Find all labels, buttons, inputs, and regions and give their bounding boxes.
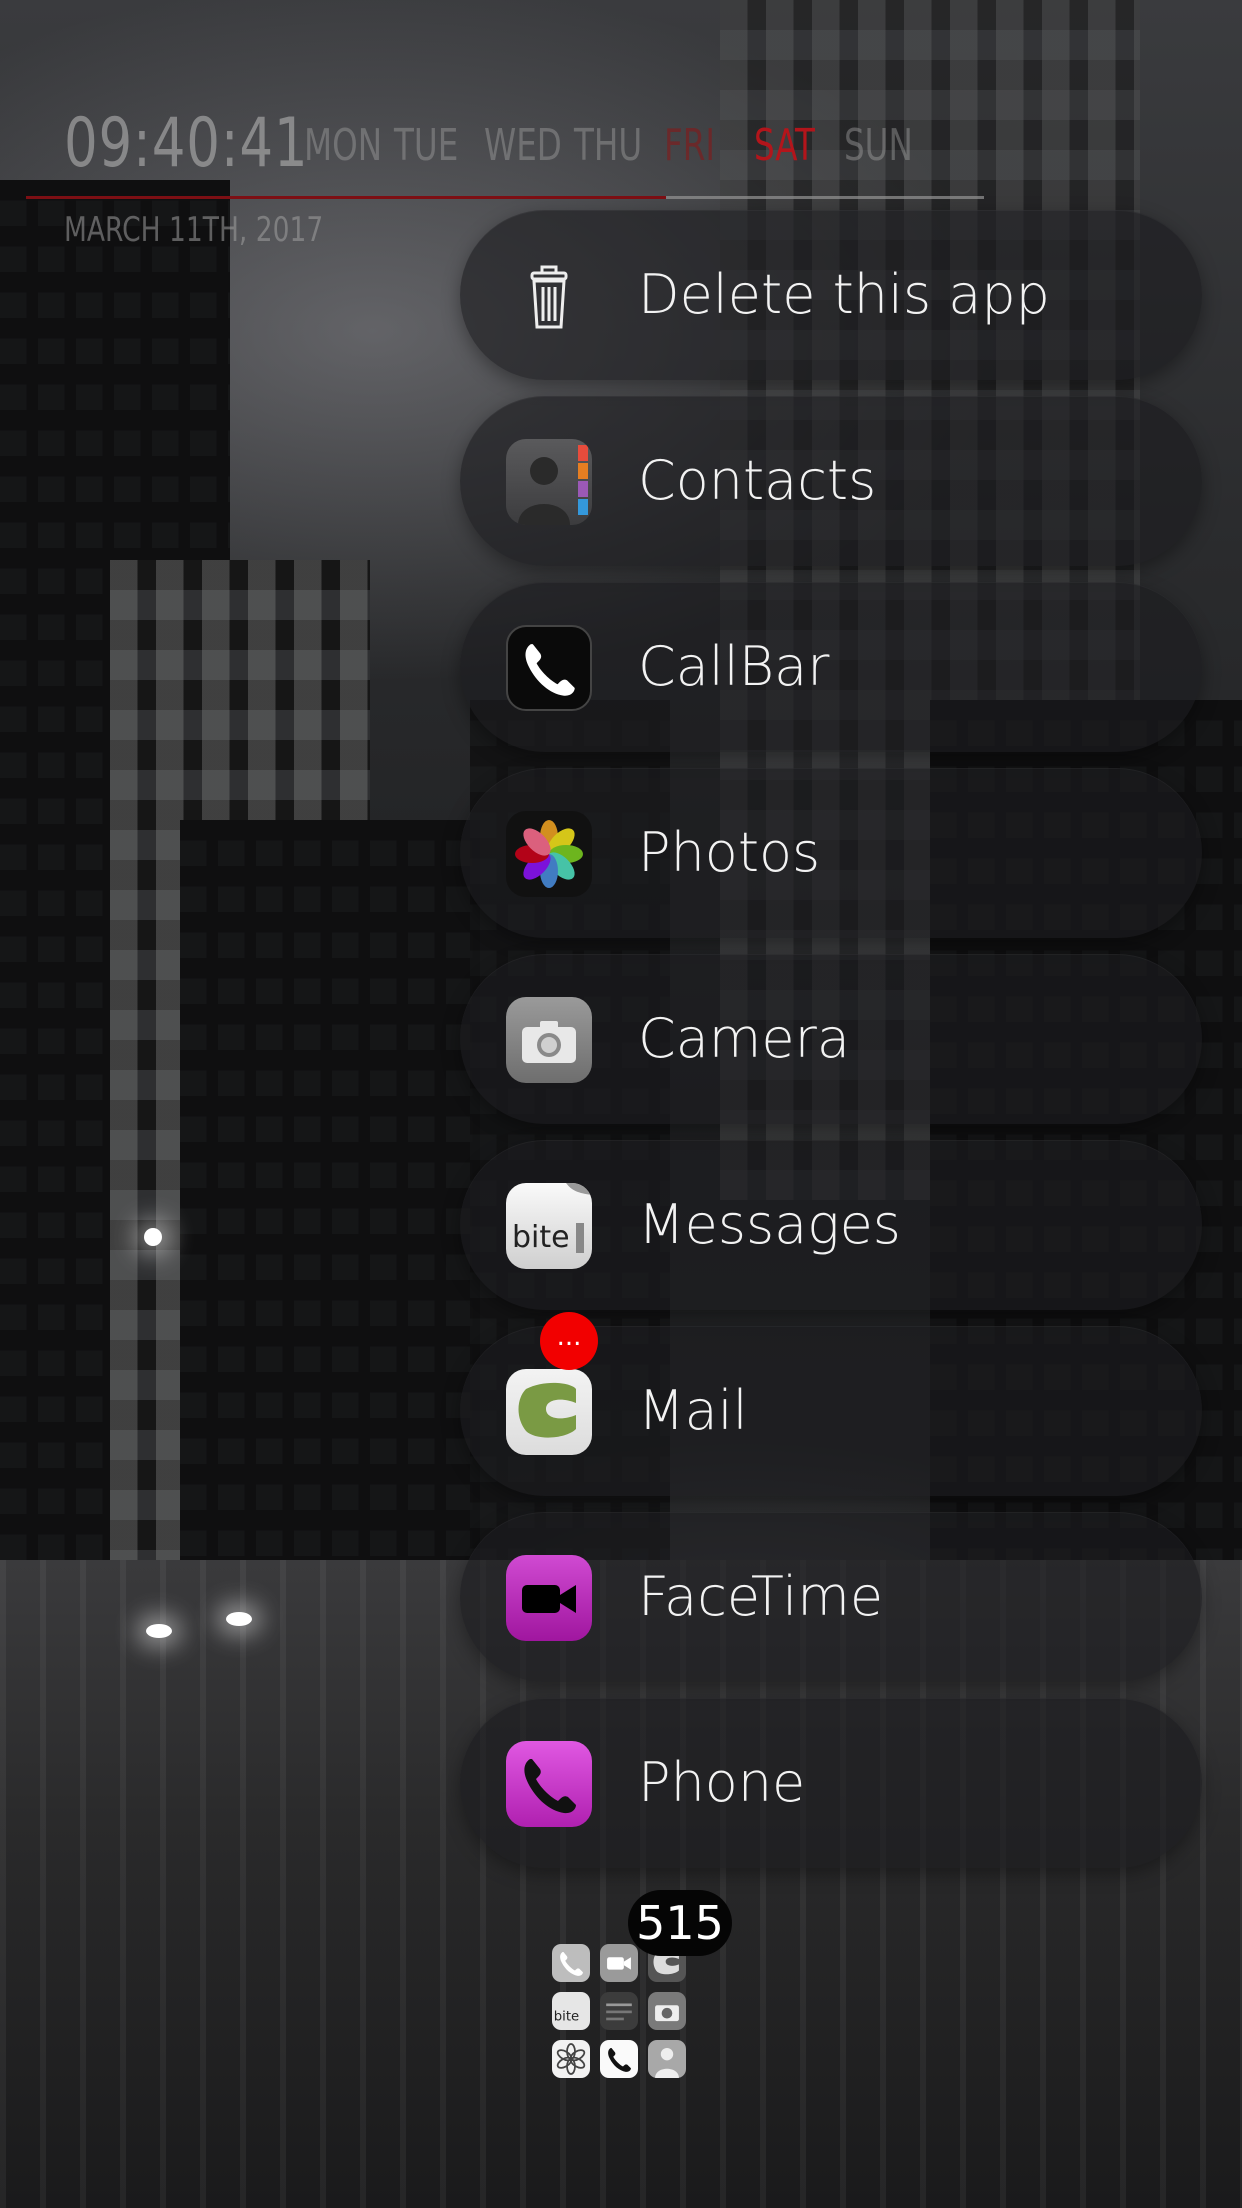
notification-badge: ... xyxy=(540,1312,598,1370)
menu-item-messages[interactable]: bite Messages xyxy=(460,1140,1202,1310)
menu-item-mail[interactable]: ... Mail xyxy=(460,1312,1202,1496)
mini-messages-text: bite xyxy=(554,2009,579,2024)
clock-time: 09:40:41 xyxy=(64,104,309,183)
callbar-icon xyxy=(506,625,592,711)
day-fri: FRI xyxy=(664,120,715,171)
menu-item-callbar[interactable]: CallBar xyxy=(460,582,1202,752)
weekday-strip: MON TUE WED THU FRI SAT SUN xyxy=(304,120,934,171)
menu-item-label: Delete this app xyxy=(638,263,1050,326)
menu-item-photos[interactable]: Photos xyxy=(460,768,1202,938)
mini-camera-icon xyxy=(648,1992,686,2030)
day-sat: SAT xyxy=(754,120,815,171)
building xyxy=(180,820,480,1580)
facetime-icon xyxy=(506,1555,592,1641)
mini-facetime-icon xyxy=(600,1944,638,1982)
contacts-icon xyxy=(506,439,592,525)
menu-item-label: Camera xyxy=(638,1007,850,1070)
svg-text:bite: bite xyxy=(512,1220,570,1255)
mini-phone-icon xyxy=(552,1944,590,1982)
mini-callbar-icon xyxy=(600,2040,638,2078)
photos-icon xyxy=(506,811,592,897)
mini-photos-icon xyxy=(552,2040,590,2078)
menu-item-label: CallBar xyxy=(638,635,830,698)
day-wed: WED xyxy=(484,120,562,171)
street-lamp xyxy=(144,1228,162,1246)
mini-notes-icon xyxy=(600,1992,638,2030)
menu-item-label: FaceTime xyxy=(638,1565,884,1628)
mail-icon xyxy=(506,1369,592,1455)
day-sun: SUN xyxy=(844,120,913,171)
menu-item-phone[interactable]: Phone xyxy=(460,1698,1202,1868)
clock-divider-red xyxy=(26,196,666,199)
mini-messages-icon: bite xyxy=(552,1992,590,2030)
app-folder[interactable]: bite xyxy=(552,1944,692,2084)
messages-icon: bite xyxy=(506,1183,592,1269)
car-headlight xyxy=(226,1612,252,1626)
camera-icon xyxy=(506,997,592,1083)
menu-item-label: Photos xyxy=(638,821,821,884)
phone-icon xyxy=(506,1741,592,1827)
car-headlight xyxy=(146,1624,172,1638)
clock-date: MARCH 11TH, 2017 xyxy=(64,210,324,250)
menu-item-camera[interactable]: Camera xyxy=(460,954,1202,1124)
menu-item-facetime[interactable]: FaceTime xyxy=(460,1512,1202,1682)
trash-icon xyxy=(506,253,592,339)
menu-item-contacts[interactable]: Contacts xyxy=(460,396,1202,566)
menu-item-delete-app[interactable]: Delete this app xyxy=(460,210,1202,380)
clock-divider-gray xyxy=(666,196,984,199)
folder-count-badge: 515 xyxy=(628,1890,732,1956)
mini-contacts-icon xyxy=(648,2040,686,2078)
menu-item-label: Phone xyxy=(638,1751,806,1814)
menu-item-label: Messages xyxy=(638,1193,901,1256)
menu-item-label: Mail xyxy=(638,1379,748,1442)
day-mon: MON xyxy=(304,120,383,171)
day-thu: THU xyxy=(574,120,643,171)
day-tue: TUE xyxy=(394,120,459,171)
menu-item-label: Contacts xyxy=(638,449,877,512)
